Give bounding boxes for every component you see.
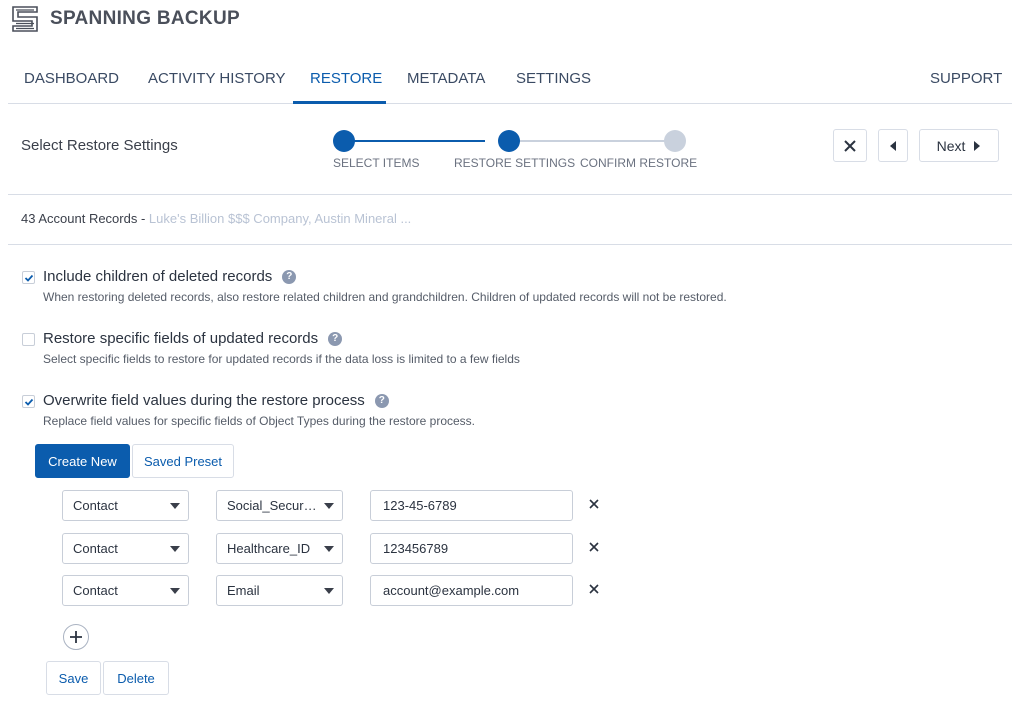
main-nav: DASHBOARD ACTIVITY HISTORY RESTORE METAD… [8,64,1012,104]
caret-down-icon [170,503,180,509]
nav-metadata[interactable]: METADATA [407,70,485,87]
overwrite-value-input[interactable] [370,533,573,564]
step-label-restore-settings: RESTORE SETTINGS [454,156,576,170]
next-button[interactable]: Next [919,129,999,162]
overwrite-row: Contact Healthcare_ID [62,533,622,565]
select-value: Contact [73,583,118,598]
overwrite-value-input[interactable] [370,490,573,521]
option-title: Overwrite field values during the restor… [43,392,389,409]
step-label-confirm-restore: CONFIRM RESTORE [580,156,698,170]
remove-row-icon[interactable] [588,541,600,553]
object-type-select[interactable]: Contact [62,490,189,521]
option-title-text: Include children of deleted records [43,268,273,285]
overwrite-field-values-checkbox[interactable] [22,395,35,408]
overwrite-row: Contact Email [62,575,622,607]
spanning-logo-icon [12,6,38,32]
create-new-button[interactable]: Create New [35,444,130,478]
help-icon[interactable]: ? [374,393,389,408]
caret-down-icon [324,503,334,509]
overwrite-row: Contact Social_Security_Number [62,490,622,522]
nav-support[interactable]: SUPPORT [930,70,1002,87]
checkmark-icon [24,398,33,406]
caret-right-icon [974,140,981,151]
option-title: Include children of deleted records ? [43,268,297,285]
step-title: Select Restore Settings [21,137,178,154]
option-description: Replace field values for specific fields… [43,414,475,428]
caret-left-icon [890,140,896,151]
help-icon[interactable]: ? [282,269,297,284]
option-description: Select specific fields to restore for up… [43,352,520,366]
next-label: Next [936,137,966,154]
restore-specific-fields-checkbox[interactable] [22,333,35,346]
select-value: Social_Security_Number [227,498,318,513]
cancel-button[interactable] [833,129,867,162]
step-label-select-items: SELECT ITEMS [333,156,420,170]
remove-row-icon[interactable] [588,498,600,510]
help-icon[interactable]: ? [328,331,343,346]
step-connector-pending [509,140,667,142]
divider [8,194,1012,195]
field-select[interactable]: Email [216,575,343,606]
nav-restore[interactable]: RESTORE [310,70,382,87]
save-button[interactable]: Save [46,661,101,695]
select-value: Healthcare_ID [227,541,311,556]
object-type-select[interactable]: Contact [62,575,189,606]
caret-down-icon [170,588,180,594]
divider [8,244,1012,245]
include-children-checkbox[interactable] [22,271,35,284]
close-icon [844,139,856,152]
back-button[interactable] [878,129,908,162]
option-title-text: Restore specific fields of updated recor… [43,330,319,347]
nav-activity-history[interactable]: ACTIVITY HISTORY [148,70,286,87]
record-summary: 43 Account Records - Luke's Billion $$$ … [21,211,411,226]
select-value: Contact [73,541,118,556]
progress-stepper: SELECT ITEMS RESTORE SETTINGS CONFIRM RE… [320,128,700,173]
caret-down-icon [324,546,334,552]
record-count: 43 Account Records - [21,211,146,226]
delete-button[interactable]: Delete [103,661,169,695]
active-tab-indicator [293,101,386,104]
saved-preset-button[interactable]: Saved Preset [132,444,234,478]
option-description: When restoring deleted records, also res… [43,290,727,304]
step-dot-select-items [333,130,355,152]
add-row-button[interactable] [63,624,89,650]
step-dot-confirm-restore [664,130,686,152]
plus-icon [70,631,82,643]
nav-settings[interactable]: SETTINGS [516,70,591,87]
object-type-select[interactable]: Contact [62,533,189,564]
select-value: Email [227,583,260,598]
field-select[interactable]: Social_Security_Number [216,490,343,521]
option-title: Restore specific fields of updated recor… [43,330,343,347]
step-dot-restore-settings [498,130,520,152]
overwrite-value-input[interactable] [370,575,573,606]
app-title: SPANNING BACKUP [50,8,240,29]
nav-dashboard[interactable]: DASHBOARD [24,70,119,87]
remove-row-icon[interactable] [588,583,600,595]
app-header: SPANNING BACKUP [12,6,240,32]
option-title-text: Overwrite field values during the restor… [43,392,365,409]
caret-down-icon [324,588,334,594]
step-connector-complete [344,140,485,142]
record-names: Luke's Billion $$$ Company, Austin Miner… [148,211,412,226]
caret-down-icon [170,546,180,552]
select-value: Contact [73,498,118,513]
checkmark-icon [24,274,33,282]
field-select[interactable]: Healthcare_ID [216,533,343,564]
